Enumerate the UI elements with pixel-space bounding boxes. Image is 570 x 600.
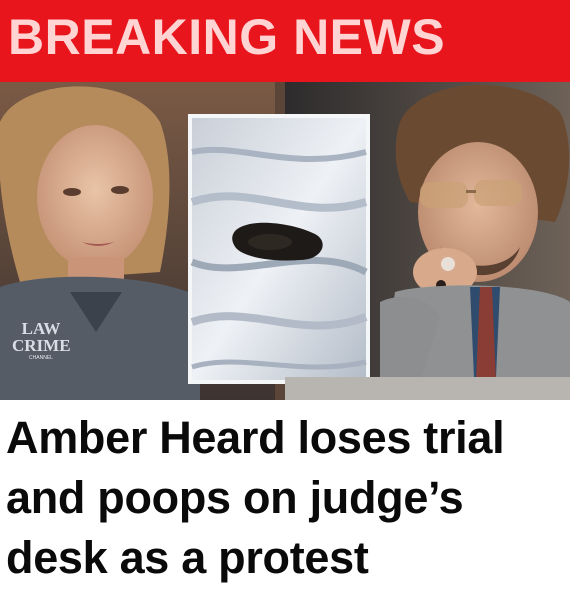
courtroom-photo-illustration: [0, 82, 570, 400]
headline-line-1: Amber Heard loses trial: [6, 412, 505, 463]
news-photo: LAW CRIME CHANNEL: [0, 82, 570, 400]
breaking-news-banner: BREAKING NEWS: [0, 0, 570, 82]
headline-line-2: and poops on judge’s: [6, 472, 464, 523]
headline: Amber Heard loses trial and poops on jud…: [6, 408, 566, 588]
headline-line-3: desk as a protest: [6, 532, 369, 583]
law-and-crime-logo: LAW CRIME CHANNEL: [12, 319, 71, 361]
banner-title: BREAKING NEWS: [8, 9, 446, 65]
logo-text-law: LAW: [21, 319, 61, 338]
logo-text-crime: CRIME: [12, 336, 71, 355]
logo-text-channel: CHANNEL: [29, 355, 53, 361]
